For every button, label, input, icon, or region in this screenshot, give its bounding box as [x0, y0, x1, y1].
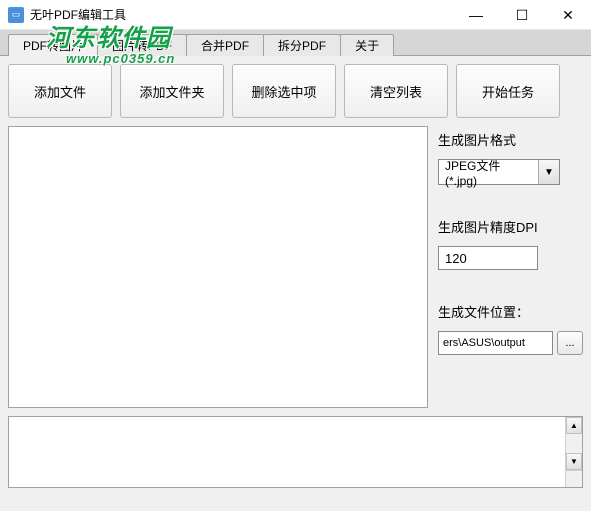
dpi-group: 生成图片精度DPI — [438, 217, 583, 270]
client-area: 添加文件 添加文件夹 删除选中项 清空列表 开始任务 生成图片格式 JPEG文件… — [0, 56, 591, 511]
path-group: 生成文件位置： ers\ASUS\output ... — [438, 302, 583, 355]
add-file-button[interactable]: 添加文件 — [8, 64, 112, 118]
vertical-scrollbar[interactable]: ▲ ▼ — [565, 417, 582, 470]
tab-image-to-pdf[interactable]: 图片转PDF — [97, 34, 187, 56]
chevron-down-icon: ▼ — [539, 160, 559, 184]
format-select[interactable]: JPEG文件(*.jpg) ▼ — [438, 159, 560, 185]
maximize-button[interactable]: ☐ — [499, 0, 545, 30]
tab-pdf-to-image[interactable]: PDF转图片 — [8, 34, 98, 56]
tabbar: PDF转图片 图片转PDF 合并PDF 拆分PDF 关于 — [0, 30, 591, 56]
scroll-down-icon[interactable]: ▼ — [566, 453, 582, 470]
side-panel: 生成图片格式 JPEG文件(*.jpg) ▼ 生成图片精度DPI 生成文件位置：… — [438, 126, 583, 408]
path-row: ers\ASUS\output ... — [438, 331, 583, 355]
scroll-up-icon[interactable]: ▲ — [566, 417, 582, 434]
format-label: 生成图片格式 — [438, 130, 583, 149]
file-list[interactable] — [8, 126, 428, 408]
dpi-label: 生成图片精度DPI — [438, 217, 583, 236]
scroll-track[interactable] — [566, 434, 582, 453]
app-icon: ▭ — [8, 7, 24, 23]
scroll-corner — [565, 470, 582, 487]
window-title: 无叶PDF编辑工具 — [30, 6, 126, 23]
log-area[interactable]: ▲ ▼ — [8, 416, 583, 488]
tab-merge-pdf[interactable]: 合并PDF — [186, 34, 264, 56]
format-value: JPEG文件(*.jpg) — [439, 160, 539, 184]
toolbar: 添加文件 添加文件夹 删除选中项 清空列表 开始任务 — [8, 64, 583, 118]
delete-selected-button[interactable]: 删除选中项 — [232, 64, 336, 118]
titlebar: ▭ 无叶PDF编辑工具 — ☐ ✕ — [0, 0, 591, 30]
close-button[interactable]: ✕ — [545, 0, 591, 30]
clear-list-button[interactable]: 清空列表 — [344, 64, 448, 118]
tab-split-pdf[interactable]: 拆分PDF — [263, 34, 341, 56]
minimize-button[interactable]: — — [453, 0, 499, 30]
main-row: 生成图片格式 JPEG文件(*.jpg) ▼ 生成图片精度DPI 生成文件位置：… — [8, 126, 583, 408]
path-input[interactable]: ers\ASUS\output — [438, 331, 553, 355]
format-group: 生成图片格式 JPEG文件(*.jpg) ▼ — [438, 130, 583, 185]
browse-button[interactable]: ... — [557, 331, 583, 355]
add-folder-button[interactable]: 添加文件夹 — [120, 64, 224, 118]
tab-about[interactable]: 关于 — [340, 34, 394, 56]
window-controls: — ☐ ✕ — [453, 0, 591, 30]
path-label: 生成文件位置： — [438, 302, 583, 321]
start-task-button[interactable]: 开始任务 — [456, 64, 560, 118]
dpi-input[interactable] — [438, 246, 538, 270]
